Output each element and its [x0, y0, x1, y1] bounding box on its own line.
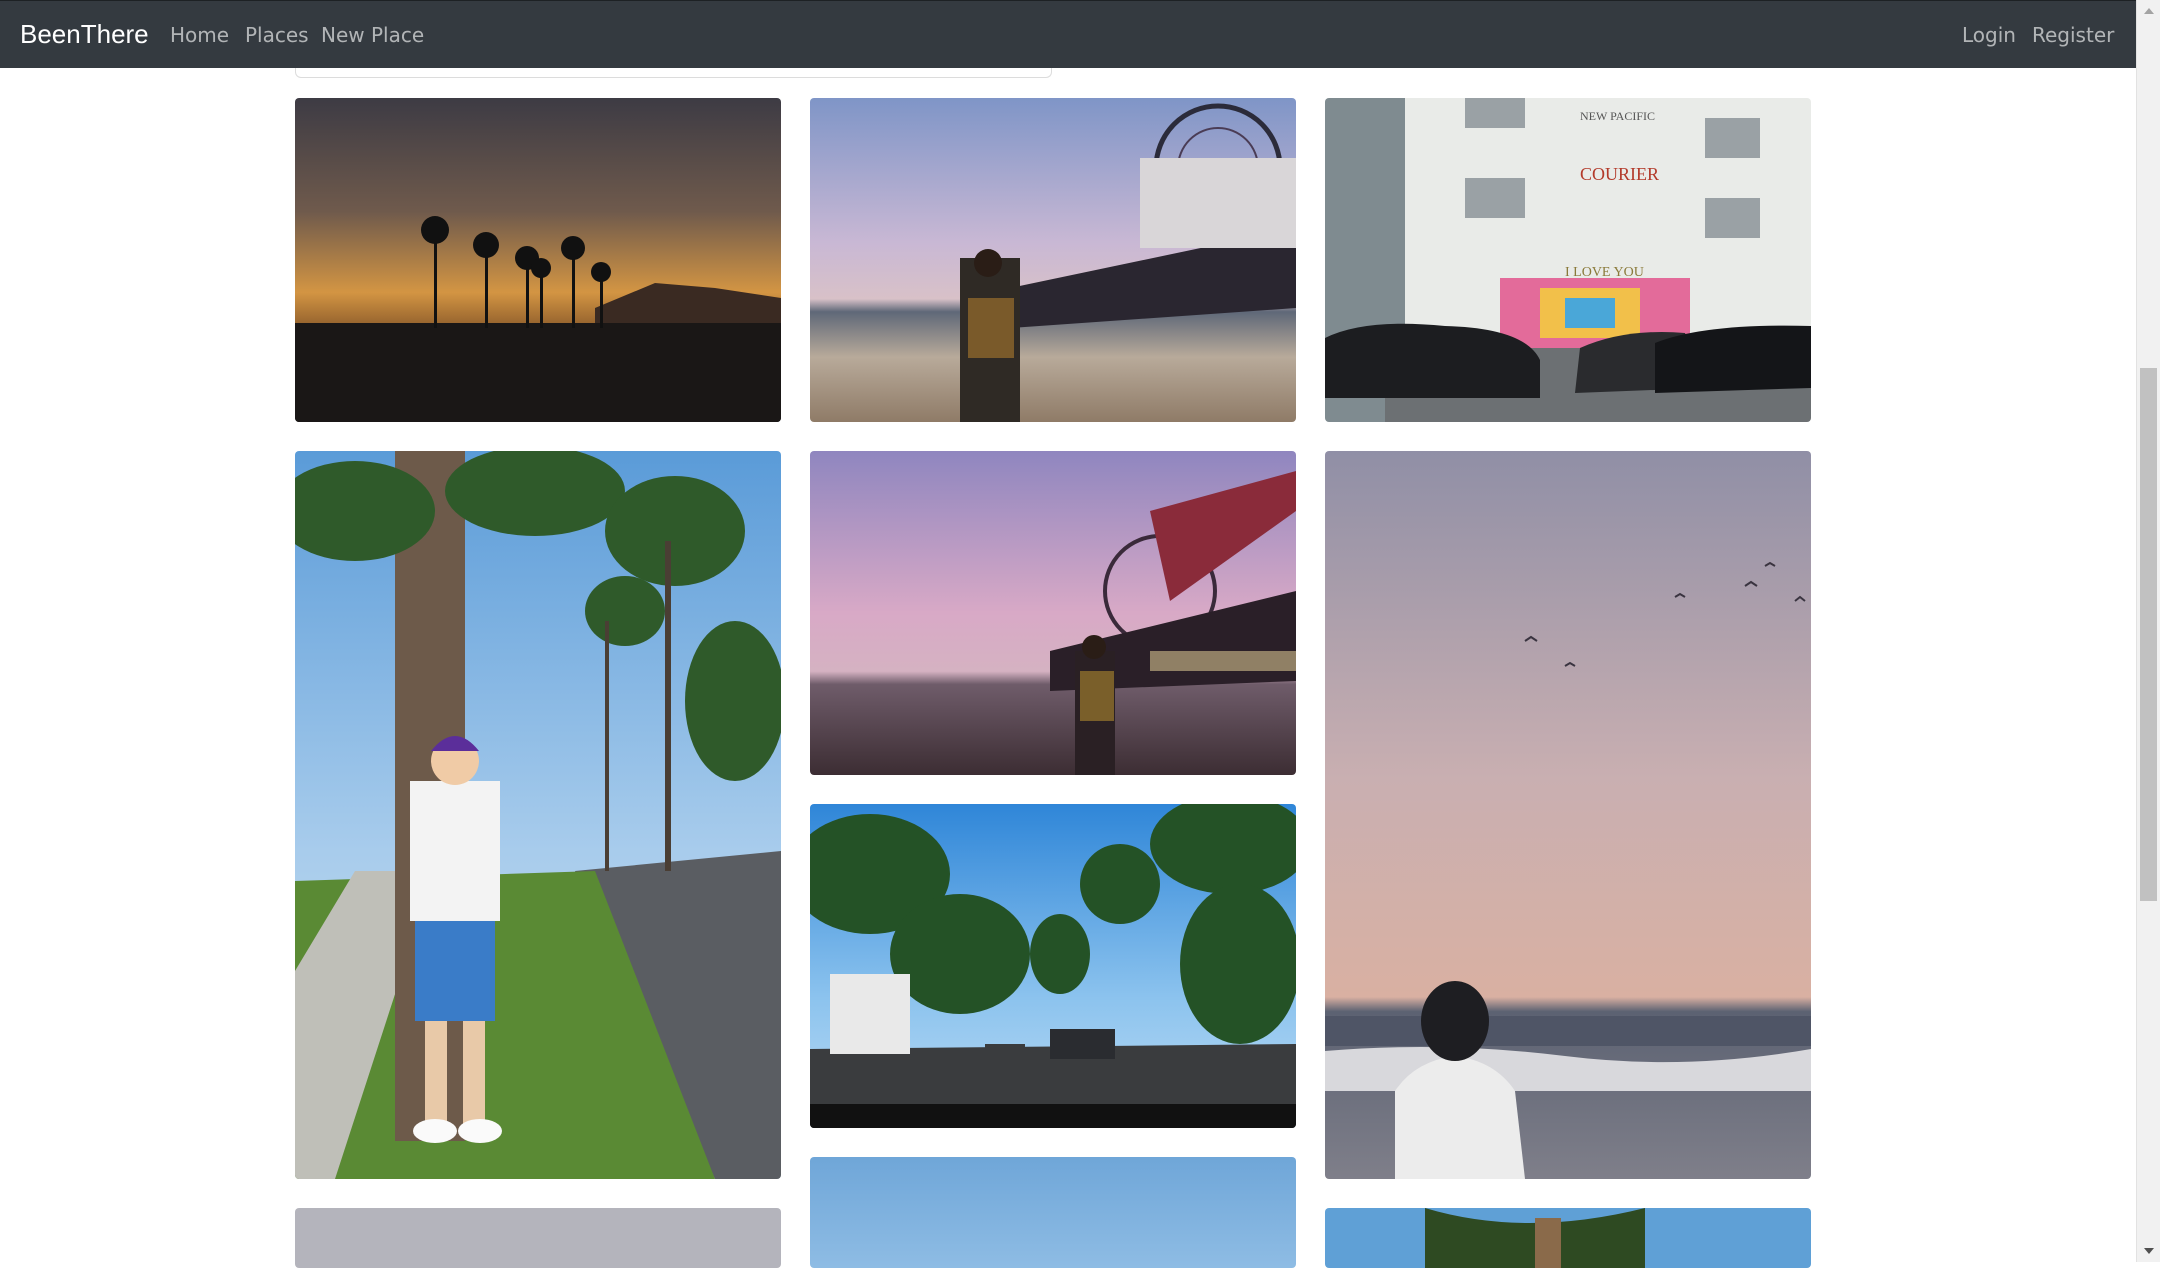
- gallery-photo-palm-street-drive[interactable]: [810, 804, 1296, 1128]
- gallery-photo-pier-woman[interactable]: [810, 98, 1296, 422]
- scrollbar-thumb[interactable]: [2140, 368, 2157, 901]
- nav-places-link[interactable]: Places: [245, 23, 309, 47]
- nav-register-link[interactable]: Register: [2032, 23, 2114, 47]
- brand-link[interactable]: BeenThere: [20, 19, 149, 50]
- svg-text:COURIER: COURIER: [1580, 164, 1659, 184]
- gallery-photo-beach-dusk-man[interactable]: [810, 451, 1296, 775]
- gallery-photo-partial-middle[interactable]: [810, 1157, 1296, 1268]
- nav-new-place-link[interactable]: New Place: [321, 23, 424, 47]
- scroll-up-arrow-icon[interactable]: [2137, 0, 2160, 22]
- nav-login-link[interactable]: Login: [1962, 23, 2016, 47]
- gallery-photo-sunset-palms[interactable]: [295, 98, 781, 422]
- gallery-photo-ocean-sunset-person[interactable]: [1325, 451, 1811, 1179]
- nav-home-link[interactable]: Home: [170, 23, 229, 47]
- page-scrollbar[interactable]: [2136, 0, 2160, 1262]
- gallery-photo-partial-right[interactable]: [1325, 1208, 1811, 1268]
- svg-text:NEW PACIFIC: NEW PACIFIC: [1580, 109, 1655, 123]
- top-navbar: BeenThere Home Places New Place Login Re…: [0, 0, 2136, 68]
- gallery-photo-partial-left[interactable]: [295, 1208, 781, 1268]
- scroll-down-arrow-icon[interactable]: [2137, 1240, 2160, 1262]
- gallery-photo-mural-building[interactable]: NEW PACIFIC COURIER I LOVE YOU: [1325, 98, 1811, 422]
- gallery-photo-man-palm-street[interactable]: [295, 451, 781, 1179]
- svg-text:I LOVE YOU: I LOVE YOU: [1565, 265, 1644, 280]
